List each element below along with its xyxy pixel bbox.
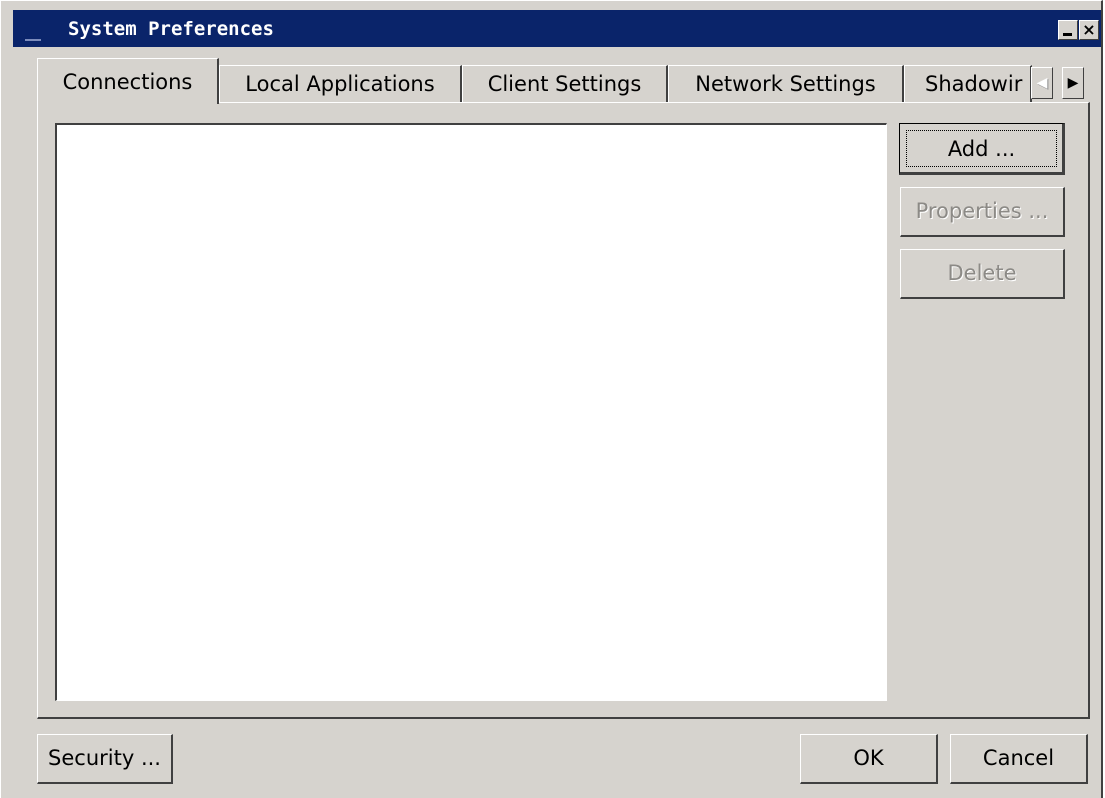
- tab-client-settings[interactable]: Client Settings: [462, 65, 668, 103]
- tab-scroll-right-button[interactable]: ▶: [1062, 67, 1084, 99]
- security-button[interactable]: Security ...: [37, 734, 173, 784]
- window-title: System Preferences: [68, 18, 274, 40]
- close-button[interactable]: ×: [1079, 20, 1099, 40]
- minimize-icon: [1063, 33, 1072, 36]
- tab-network-settings[interactable]: Network Settings: [668, 65, 904, 103]
- system-preferences-window: System Preferences × Connections Local A…: [0, 0, 1103, 798]
- title-bar[interactable]: System Preferences ×: [13, 10, 1101, 47]
- cancel-button[interactable]: Cancel: [950, 734, 1088, 784]
- triangle-left-icon: ◀: [1036, 75, 1048, 91]
- tab-connections[interactable]: Connections: [37, 58, 219, 104]
- connections-list[interactable]: [55, 123, 887, 701]
- tab-shadowing[interactable]: Shadowir: [904, 65, 1032, 103]
- add-button-label: Add ...: [906, 130, 1057, 167]
- delete-button[interactable]: Delete: [900, 249, 1065, 299]
- properties-button[interactable]: Properties ...: [900, 187, 1065, 237]
- triangle-right-icon: ▶: [1067, 75, 1079, 91]
- system-menu-icon[interactable]: [25, 31, 41, 41]
- ok-button[interactable]: OK: [800, 734, 938, 784]
- tab-scroll-left-button[interactable]: ◀: [1031, 67, 1053, 99]
- minimize-button[interactable]: [1058, 20, 1078, 40]
- tab-local-applications[interactable]: Local Applications: [219, 65, 462, 103]
- add-button[interactable]: Add ...: [899, 123, 1065, 175]
